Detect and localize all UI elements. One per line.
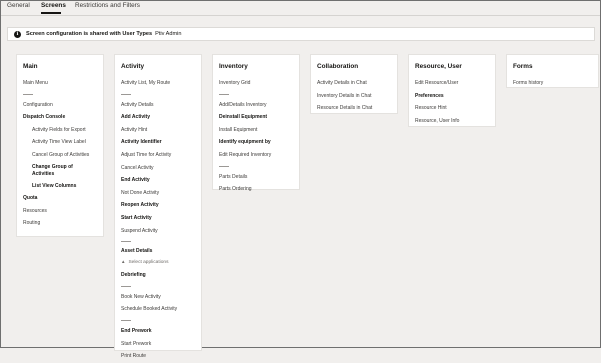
main-menu-link[interactable]: Main Menu: [23, 77, 103, 90]
suspend-activity-link[interactable]: Suspend Activity: [121, 225, 201, 238]
resource-user-info-link[interactable]: Resource, User Info: [415, 115, 495, 128]
print-route-link[interactable]: Print Route: [121, 350, 201, 363]
activity-details-in-chat-link[interactable]: Activity Details in Chat: [317, 77, 397, 90]
cancel-activity-link[interactable]: Cancel Activity: [121, 162, 201, 175]
list-view-columns-link[interactable]: List View Columns: [23, 180, 103, 193]
divider: [121, 285, 131, 287]
reopen-activity-link[interactable]: Reopen Activity: [121, 199, 201, 212]
info-banner: i Screen configuration is shared with Us…: [7, 27, 595, 41]
parts-details-link[interactable]: Parts Details: [219, 171, 299, 184]
card-title: Resource, User: [415, 63, 462, 70]
schedule-booked-activity-link[interactable]: Schedule Booked Activity: [121, 303, 201, 316]
identify-equipment-by-link[interactable]: Identify equipment by: [219, 136, 299, 149]
edit-required-inventory-link[interactable]: Edit Required Inventory: [219, 149, 299, 162]
not-done-activity-link[interactable]: Not Done Activity: [121, 187, 201, 200]
card-inventory: Inventory Inventory Grid Add/Details Inv…: [212, 54, 300, 192]
add-details-inventory-link[interactable]: Add/Details Inventory: [219, 99, 299, 112]
end-activity-link[interactable]: End Activity: [121, 174, 201, 187]
resources-link[interactable]: Resources: [23, 205, 103, 218]
asset-details-link[interactable]: Asset Details: [121, 246, 201, 256]
parts-ordering-link[interactable]: Parts Ordering: [219, 183, 299, 196]
card-title: Activity: [121, 63, 145, 70]
deinstall-equipment-link[interactable]: Deinstall Equipment: [219, 111, 299, 124]
dispatch-console-link[interactable]: Dispatch Console: [23, 111, 103, 124]
cancel-group-of-activities-link[interactable]: Cancel Group of Activities: [23, 149, 103, 162]
card-resource-user: Resource, User Edit Resource/User Prefer…: [408, 54, 496, 127]
end-prework-link[interactable]: End Prework: [121, 325, 201, 338]
tab-restrictions-and-filters[interactable]: Restrictions and Filters: [75, 2, 140, 9]
preferences-link[interactable]: Preferences: [415, 90, 495, 103]
change-group-of-activities-link[interactable]: Change Group of Activities: [23, 162, 85, 180]
resource-hint-link[interactable]: Resource Hint: [415, 102, 495, 115]
divider: [121, 319, 131, 321]
start-activity-link[interactable]: Start Activity: [121, 212, 201, 225]
install-equipment-link[interactable]: Install Equipment: [219, 124, 299, 137]
configuration-link[interactable]: Configuration: [23, 99, 103, 112]
card-title: Inventory: [219, 63, 248, 70]
card-collaboration: Collaboration Activity Details in Chat I…: [310, 54, 398, 114]
book-new-activity-link[interactable]: Book New Activity: [121, 291, 201, 304]
add-activity-link[interactable]: Add Activity: [121, 111, 201, 124]
edit-resource-user-link[interactable]: Edit Resource/User: [415, 77, 495, 90]
banner-user-type: Ptiv Admin: [155, 31, 182, 37]
inventory-grid-link[interactable]: Inventory Grid: [219, 77, 299, 90]
divider: [219, 93, 229, 95]
quota-link[interactable]: Quota: [23, 192, 103, 205]
card-title: Main: [23, 63, 38, 70]
tab-bar: General Screens Restrictions and Filters: [1, 1, 600, 16]
select-applications-toggle[interactable]: ▲ Select applications: [121, 256, 201, 267]
activity-details-link[interactable]: Activity Details: [121, 99, 201, 112]
start-prework-link[interactable]: Start Prework: [121, 338, 201, 351]
card-main: Main Main Menu Configuration Dispatch Co…: [16, 54, 104, 237]
activity-time-view-label-link[interactable]: Activity Time View Label: [23, 136, 103, 149]
debriefing-link[interactable]: Debriefing: [121, 269, 201, 282]
activity-fields-for-export-link[interactable]: Activity Fields for Export: [23, 124, 103, 137]
inventory-details-in-chat-link[interactable]: Inventory Details in Chat: [317, 90, 397, 103]
divider: [23, 93, 33, 95]
card-forms: Forms Forms history: [506, 54, 599, 88]
routing-link[interactable]: Routing: [23, 217, 103, 230]
adjust-time-for-activity-link[interactable]: Adjust Time for Activity: [121, 149, 201, 162]
info-icon: i: [14, 30, 21, 38]
divider: [121, 93, 131, 95]
card-title: Forms: [513, 63, 533, 70]
forms-history-link[interactable]: Forms history: [513, 77, 598, 90]
card-title: Collaboration: [317, 63, 359, 70]
tab-general[interactable]: General: [7, 2, 30, 9]
card-activity: Activity Activity List, My Route Activit…: [114, 54, 202, 359]
select-applications-label: Select applications: [128, 260, 169, 266]
activity-hint-link[interactable]: Activity Hint: [121, 124, 201, 137]
activity-identifier-link[interactable]: Activity Identifier: [121, 136, 201, 149]
activity-list-my-route-link[interactable]: Activity List, My Route: [121, 77, 201, 90]
active-tab-indicator: [41, 12, 61, 14]
triangle-right-icon: ▲: [121, 259, 126, 265]
banner-text: Screen configuration is shared with User…: [26, 31, 153, 37]
divider: [219, 165, 229, 167]
tab-screens[interactable]: Screens: [41, 2, 66, 9]
divider: [121, 241, 131, 243]
resource-details-in-chat-link[interactable]: Resource Details in Chat: [317, 102, 397, 115]
